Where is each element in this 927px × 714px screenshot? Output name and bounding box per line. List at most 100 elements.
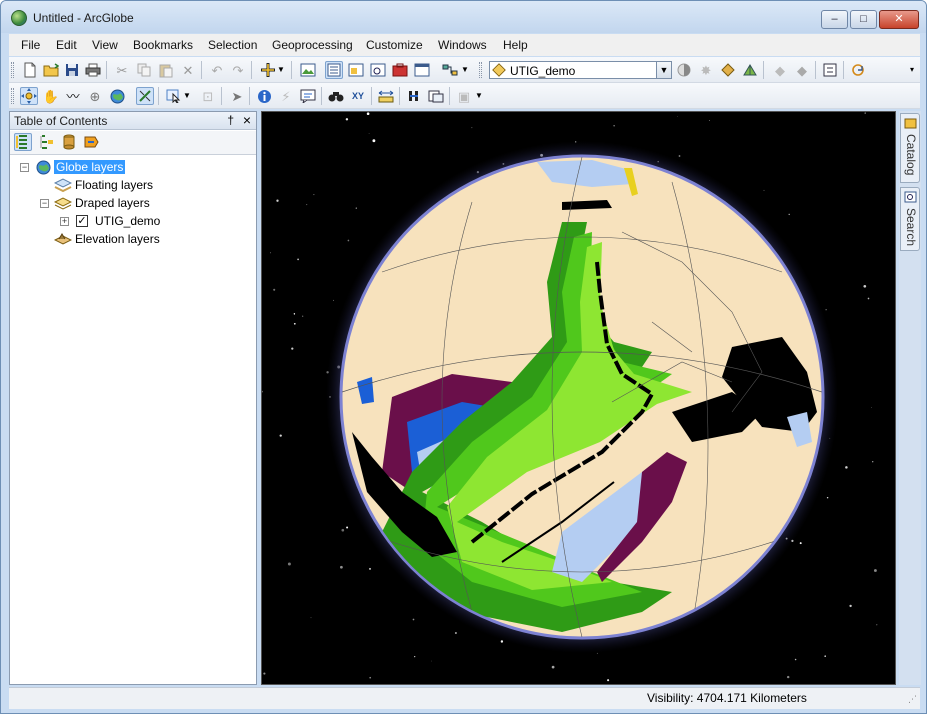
menu-geoprocessing[interactable]: Geoprocessing — [272, 38, 353, 52]
tree-node-globe-layers[interactable]: − Globe layers — [16, 159, 216, 177]
menu-bar: File Edit View Bookmarks Selection Geopr… — [9, 34, 920, 56]
toolbar-overflow-icon[interactable]: ▼ — [475, 87, 483, 105]
resize-grip-icon[interactable]: ⋰ — [908, 694, 917, 705]
globe-view[interactable] — [261, 111, 896, 685]
catalog-tab-label: Catalog — [904, 134, 918, 176]
menu-selection[interactable]: Selection — [208, 38, 257, 52]
swipe-icon[interactable] — [719, 61, 737, 79]
menu-help[interactable]: Help — [503, 38, 528, 52]
catalog-window-icon[interactable] — [347, 61, 365, 79]
new-document-icon[interactable] — [21, 61, 39, 79]
search-tab[interactable]: Search — [900, 187, 920, 251]
side-tabs: Catalog Search — [899, 111, 921, 685]
full-screen-icon[interactable] — [821, 61, 839, 79]
fly-icon[interactable]: 〰 — [64, 87, 82, 105]
zoom-to-layer-icon[interactable] — [136, 87, 154, 105]
tree-node-elevation-layers[interactable]: Elevation layers — [16, 231, 216, 249]
layer-combo[interactable]: UTIG_demo ▼ — [489, 61, 672, 79]
contrast-icon[interactable]: ◆ — [793, 61, 811, 79]
visibility-readout: Visibility: 4704.171 Kilometers — [647, 691, 807, 705]
tree-node-draped-layers[interactable]: − Draped layers — [16, 195, 216, 213]
transparency-icon[interactable]: ◆ — [771, 61, 789, 79]
toolbar-options-icon[interactable]: ▾ — [907, 61, 917, 79]
globe-view-icon[interactable] — [299, 61, 317, 79]
print-icon[interactable] — [84, 61, 102, 79]
full-extent-icon[interactable] — [108, 87, 126, 105]
toolbar-separator — [321, 87, 322, 105]
menu-bookmarks[interactable]: Bookmarks — [133, 38, 193, 52]
hyperlink-icon[interactable]: ⚡ — [277, 87, 295, 105]
time-slider-icon[interactable] — [405, 87, 423, 105]
table-of-contents-icon[interactable] — [325, 61, 343, 79]
python-window-icon[interactable] — [413, 61, 431, 79]
toc-toolbar — [10, 131, 256, 155]
select-dropdown-icon[interactable]: ▼ — [183, 87, 191, 105]
title-bar[interactable]: Untitled - ArcGlobe – □ ✕ — [1, 1, 926, 33]
add-data-icon[interactable] — [259, 61, 277, 79]
tree-node-floating-layers[interactable]: Floating layers — [16, 177, 216, 195]
open-folder-icon[interactable] — [42, 61, 60, 79]
globe-layers-label: Globe layers — [54, 160, 126, 174]
globe-render[interactable] — [262, 112, 896, 685]
copy-icon[interactable] — [135, 61, 153, 79]
go-to-xy-icon[interactable]: XY — [349, 87, 367, 105]
target-icon[interactable]: ⊕ — [86, 87, 104, 105]
menu-view[interactable]: View — [92, 38, 118, 52]
list-by-type-icon[interactable] — [38, 133, 56, 151]
menu-file[interactable]: File — [21, 38, 40, 52]
toolbar-separator — [815, 61, 816, 79]
menu-windows[interactable]: Windows — [438, 38, 487, 52]
find-icon[interactable] — [327, 87, 345, 105]
search-icon — [904, 191, 917, 203]
html-popup-icon[interactable] — [299, 87, 317, 105]
list-by-visibility-icon[interactable] — [82, 133, 100, 151]
toolbar-separator — [201, 61, 202, 79]
menu-edit[interactable]: Edit — [56, 38, 77, 52]
toolbar-separator — [449, 87, 450, 105]
pan-icon[interactable]: ✋ — [42, 87, 60, 105]
refresh-icon[interactable] — [849, 61, 867, 79]
navigate-icon[interactable] — [20, 87, 38, 105]
model-builder-icon[interactable] — [441, 61, 459, 79]
measure-icon[interactable] — [377, 87, 395, 105]
close-button[interactable]: ✕ — [879, 10, 919, 29]
select-elements-icon[interactable]: ➤ — [228, 87, 246, 105]
save-icon[interactable] — [63, 61, 81, 79]
list-by-drawing-order-icon[interactable] — [14, 133, 32, 151]
sun-icon[interactable]: ✸ — [697, 61, 715, 79]
arctoolbox-icon[interactable] — [391, 61, 409, 79]
utig-demo-checkbox[interactable]: ✓ — [76, 215, 88, 227]
arcglobe-app-icon[interactable] — [11, 10, 27, 26]
maximize-button[interactable]: □ — [850, 10, 877, 29]
identify-icon[interactable] — [255, 87, 273, 105]
tree-node-utig-demo[interactable]: + ✓ UTIG_demo — [16, 213, 216, 231]
toc-close-icon[interactable]: × — [243, 112, 251, 128]
toolbar-separator — [843, 61, 844, 79]
menu-customize[interactable]: Customize — [366, 38, 423, 52]
shadow-icon[interactable] — [675, 61, 693, 79]
toolbar-grip[interactable] — [479, 62, 482, 78]
animation-icon[interactable] — [427, 87, 445, 105]
undo-icon[interactable]: ↶ — [208, 61, 226, 79]
catalog-tab[interactable]: Catalog — [900, 113, 920, 183]
search-window-icon[interactable] — [369, 61, 387, 79]
layer-combo-dropdown-icon[interactable]: ▼ — [656, 62, 671, 78]
pin-icon[interactable]: † — [227, 113, 234, 127]
paste-icon[interactable] — [157, 61, 175, 79]
toolbar-grip[interactable] — [11, 88, 14, 104]
clear-selection-icon[interactable]: ⊡ — [199, 87, 217, 105]
collapse-icon[interactable]: − — [20, 163, 29, 172]
redo-icon[interactable]: ↷ — [229, 61, 247, 79]
minimize-button[interactable]: – — [821, 10, 848, 29]
extrude-icon[interactable] — [741, 61, 759, 79]
cut-icon[interactable]: ✂ — [113, 61, 131, 79]
collapse-icon[interactable]: − — [40, 199, 49, 208]
expand-icon[interactable]: + — [60, 217, 69, 226]
select-features-icon[interactable] — [165, 87, 183, 105]
toolbar-overflow-icon[interactable]: ▼ — [461, 61, 469, 79]
add-data-dropdown-icon[interactable]: ▼ — [277, 61, 285, 79]
delete-icon[interactable]: ✕ — [179, 61, 197, 79]
toolbar-grip[interactable] — [11, 62, 14, 78]
viewer-icon[interactable]: ▣ — [455, 87, 473, 105]
list-by-source-icon[interactable] — [60, 133, 78, 151]
